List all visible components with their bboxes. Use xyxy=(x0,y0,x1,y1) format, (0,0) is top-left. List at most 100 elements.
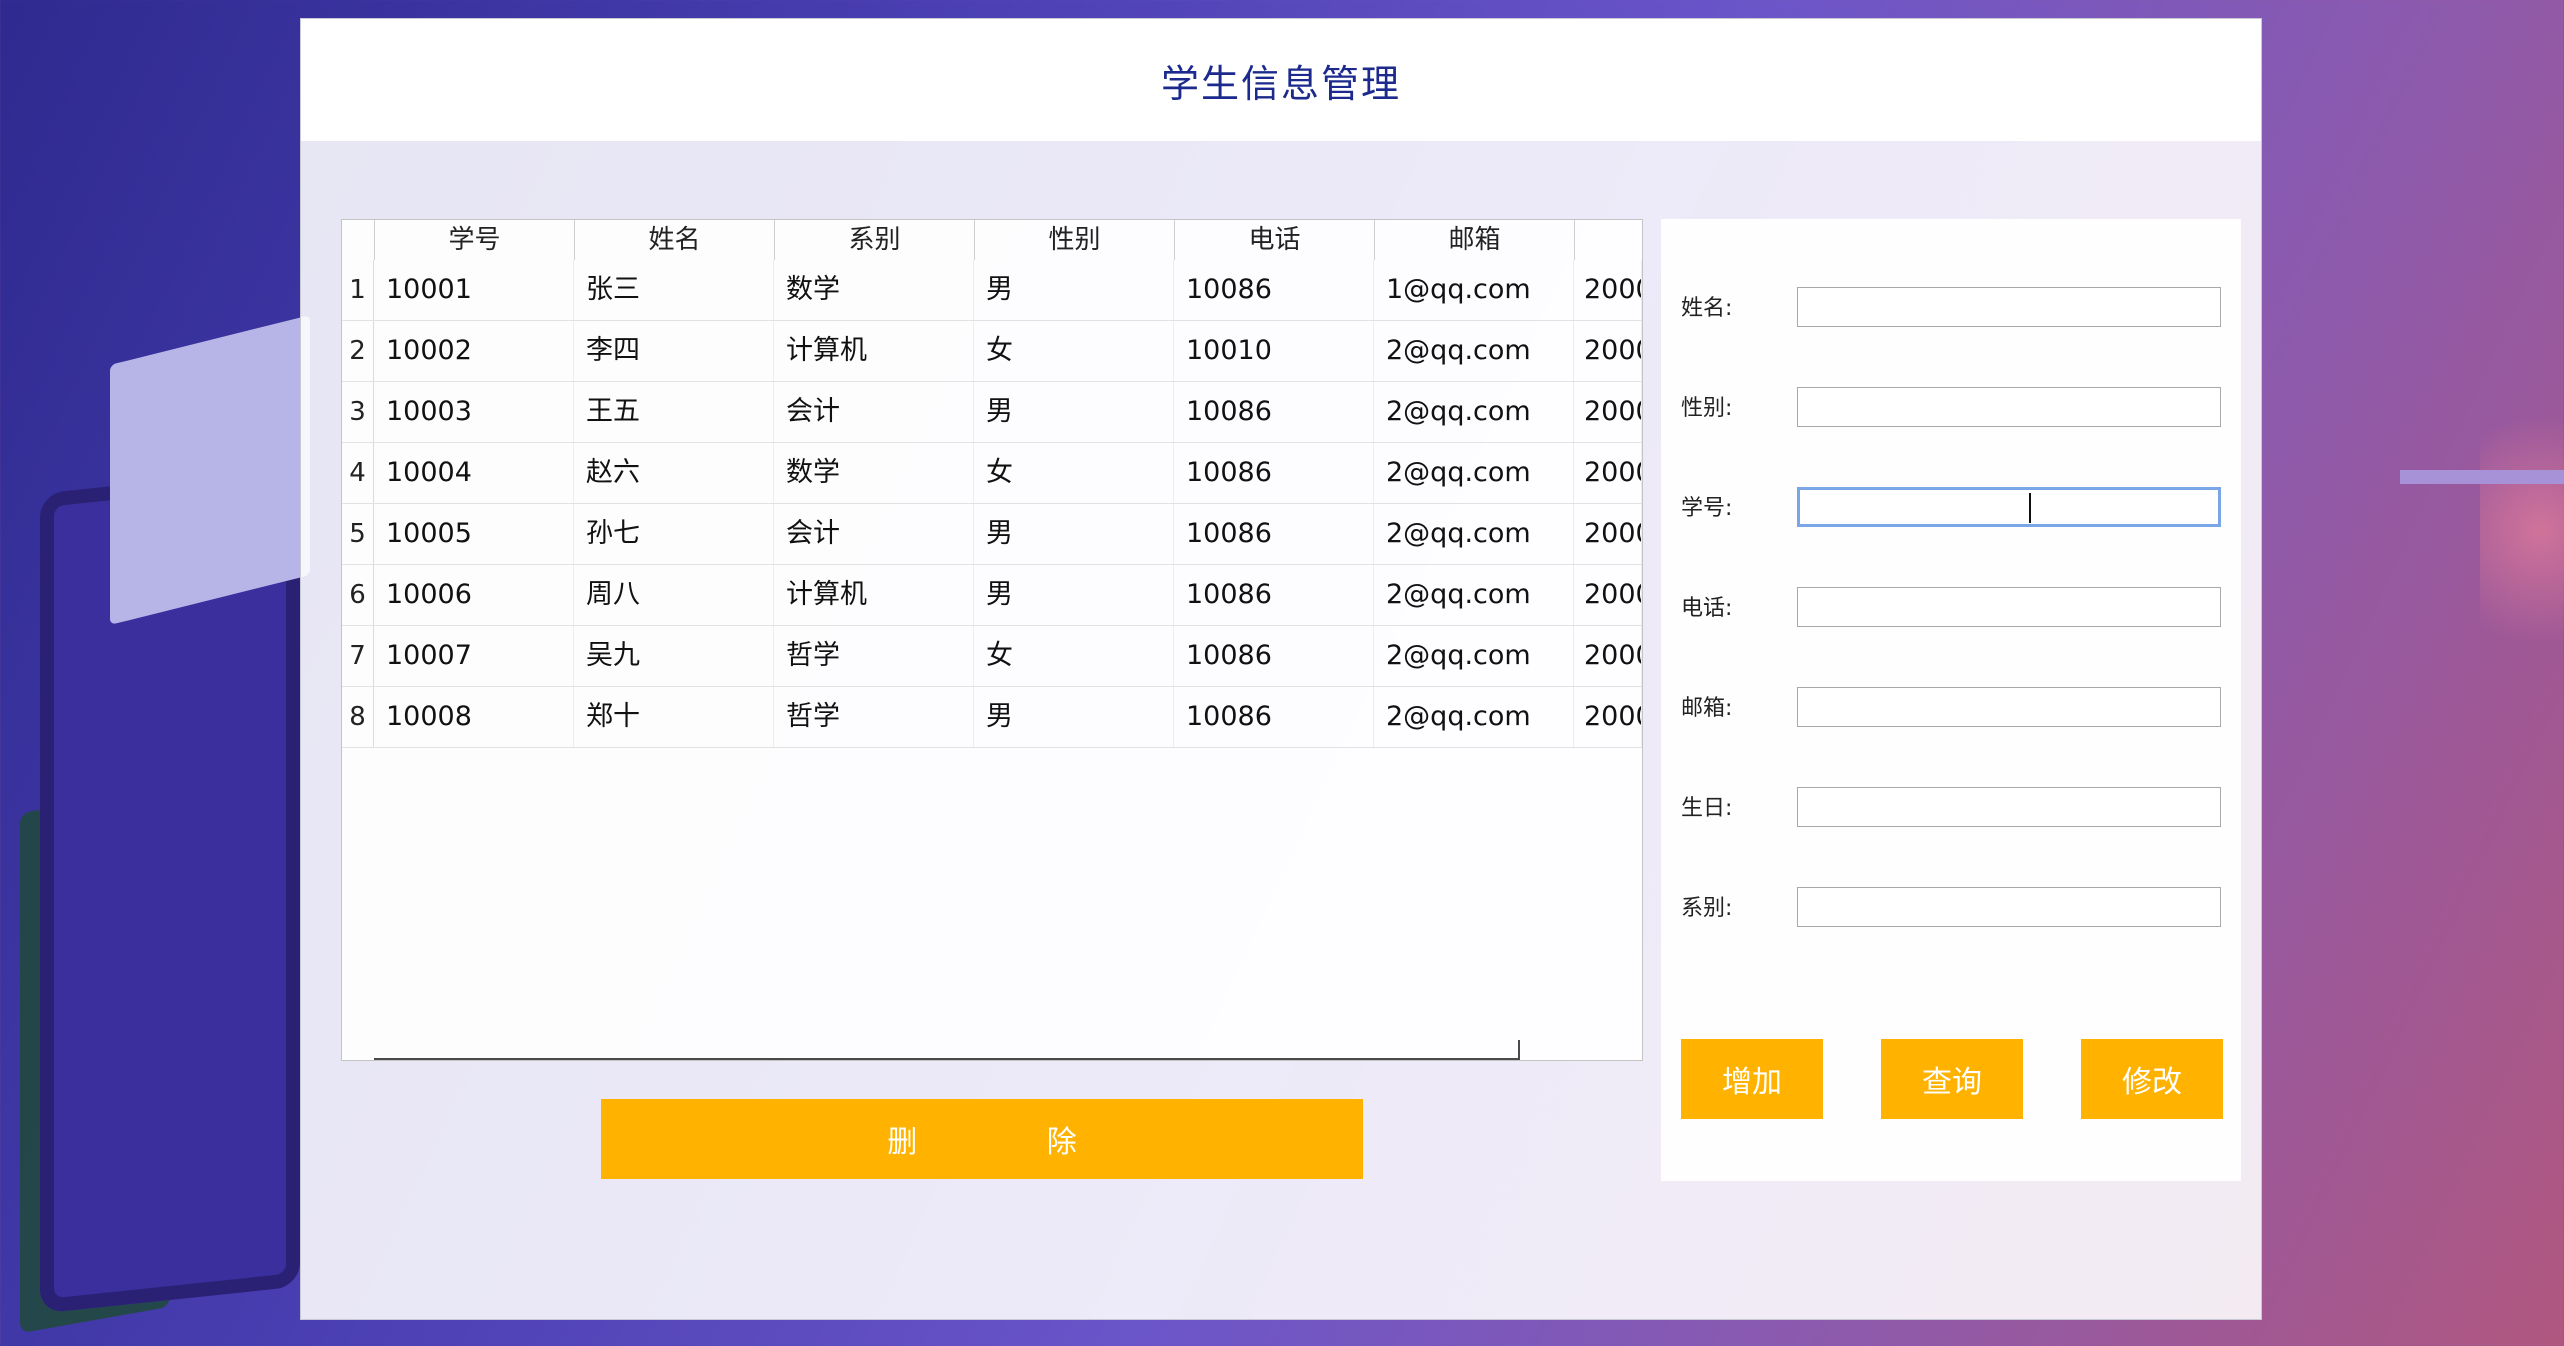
cell-birthday[interactable]: 2000 xyxy=(1574,260,1642,320)
student-table[interactable]: 学号 姓名 系别 性别 电话 邮箱 1 10001 张三 数学 男 10086 … xyxy=(341,219,1643,1061)
cell-name[interactable]: 郑十 xyxy=(574,687,774,747)
cell-phone[interactable]: 10010 xyxy=(1174,321,1374,381)
text-cursor xyxy=(2029,493,2031,523)
table-row[interactable]: 6 10006 周八 计算机 男 10086 2@qq.com 2000 xyxy=(342,565,1642,626)
edit-button[interactable]: 修改 xyxy=(2081,1039,2223,1119)
gender-input[interactable] xyxy=(1797,387,2221,427)
department-field: 系别: xyxy=(1681,887,2221,931)
cell-birthday[interactable]: 2000 xyxy=(1574,565,1642,625)
cell-email[interactable]: 2@qq.com xyxy=(1374,626,1574,686)
column-header-birthday[interactable] xyxy=(1574,220,1642,260)
table-row[interactable]: 4 10004 赵六 数学 女 10086 2@qq.com 2000 xyxy=(342,443,1642,504)
cell-phone[interactable]: 10086 xyxy=(1174,687,1374,747)
cell-dept[interactable]: 会计 xyxy=(774,382,974,442)
cell-dept[interactable]: 哲学 xyxy=(774,687,974,747)
cell-email[interactable]: 2@qq.com xyxy=(1374,565,1574,625)
cell-gender[interactable]: 男 xyxy=(974,504,1174,564)
cell-email[interactable]: 2@qq.com xyxy=(1374,687,1574,747)
cell-dept[interactable]: 哲学 xyxy=(774,626,974,686)
table-body: 1 10001 张三 数学 男 10086 1@qq.com 2000 2 10… xyxy=(342,260,1642,748)
cell-gender[interactable]: 男 xyxy=(974,687,1174,747)
cell-name[interactable]: 王五 xyxy=(574,382,774,442)
cell-phone[interactable]: 10086 xyxy=(1174,382,1374,442)
cell-gender[interactable]: 女 xyxy=(974,443,1174,503)
table-row[interactable]: 2 10002 李四 计算机 女 10010 2@qq.com 2000 xyxy=(342,321,1642,382)
cell-name[interactable]: 张三 xyxy=(574,260,774,320)
cell-gender[interactable]: 女 xyxy=(974,321,1174,381)
student-id-input[interactable] xyxy=(1797,487,2221,527)
cell-name[interactable]: 赵六 xyxy=(574,443,774,503)
cell-id[interactable]: 10008 xyxy=(374,687,574,747)
table-row[interactable]: 3 10003 王五 会计 男 10086 2@qq.com 2000 xyxy=(342,382,1642,443)
cell-id[interactable]: 10004 xyxy=(374,443,574,503)
cell-dept[interactable]: 计算机 xyxy=(774,321,974,381)
cell-phone[interactable]: 10086 xyxy=(1174,504,1374,564)
column-header-gender[interactable]: 性别 xyxy=(974,220,1174,260)
horizontal-scrollbar[interactable] xyxy=(374,1040,1520,1060)
cell-name[interactable]: 孙七 xyxy=(574,504,774,564)
name-field: 姓名: xyxy=(1681,287,2221,331)
query-button[interactable]: 查询 xyxy=(1881,1039,2023,1119)
cell-dept[interactable]: 计算机 xyxy=(774,565,974,625)
table-row[interactable]: 7 10007 吴九 哲学 女 10086 2@qq.com 2000 xyxy=(342,626,1642,687)
department-input[interactable] xyxy=(1797,887,2221,927)
gender-field: 性别: xyxy=(1681,387,2221,431)
cell-birthday[interactable]: 2000 xyxy=(1574,687,1642,747)
cell-id[interactable]: 10001 xyxy=(374,260,574,320)
cell-birthday[interactable]: 2000 xyxy=(1574,321,1642,381)
cell-dept[interactable]: 数学 xyxy=(774,260,974,320)
name-label: 姓名: xyxy=(1681,296,1733,321)
cell-id[interactable]: 10002 xyxy=(374,321,574,381)
row-number: 1 xyxy=(342,260,374,320)
column-header-dept[interactable]: 系别 xyxy=(774,220,974,260)
row-number: 7 xyxy=(342,626,374,686)
cell-phone[interactable]: 10086 xyxy=(1174,626,1374,686)
background-decoration xyxy=(2480,380,2564,680)
cell-name[interactable]: 吴九 xyxy=(574,626,774,686)
cell-id[interactable]: 10003 xyxy=(374,382,574,442)
cell-name[interactable]: 周八 xyxy=(574,565,774,625)
cell-id[interactable]: 10006 xyxy=(374,565,574,625)
student-id-label: 学号: xyxy=(1681,496,1733,521)
column-header-phone[interactable]: 电话 xyxy=(1174,220,1374,260)
table-row[interactable]: 1 10001 张三 数学 男 10086 1@qq.com 2000 xyxy=(342,260,1642,321)
student-id-field: 学号: xyxy=(1681,487,2221,531)
cell-email[interactable]: 1@qq.com xyxy=(1374,260,1574,320)
name-input[interactable] xyxy=(1797,287,2221,327)
delete-button[interactable]: 删 除 xyxy=(601,1099,1363,1179)
column-header-name[interactable]: 姓名 xyxy=(574,220,774,260)
cell-dept[interactable]: 数学 xyxy=(774,443,974,503)
birthday-input[interactable] xyxy=(1797,787,2221,827)
cell-id[interactable]: 10005 xyxy=(374,504,574,564)
email-input[interactable] xyxy=(1797,687,2221,727)
phone-input[interactable] xyxy=(1797,587,2221,627)
cell-gender[interactable]: 男 xyxy=(974,260,1174,320)
column-header-email[interactable]: 邮箱 xyxy=(1374,220,1574,260)
cell-birthday[interactable]: 2000 xyxy=(1574,504,1642,564)
birthday-field: 生日: xyxy=(1681,787,2221,831)
cell-email[interactable]: 2@qq.com xyxy=(1374,504,1574,564)
cell-birthday[interactable]: 2000 xyxy=(1574,382,1642,442)
table-row[interactable]: 5 10005 孙七 会计 男 10086 2@qq.com 2000 xyxy=(342,504,1642,565)
cell-phone[interactable]: 10086 xyxy=(1174,260,1374,320)
cell-email[interactable]: 2@qq.com xyxy=(1374,321,1574,381)
student-form: 姓名: 性别: 学号: 电话: 邮箱: 生日: 系别: 增加 查询 修改 xyxy=(1661,219,2241,1181)
cell-dept[interactable]: 会计 xyxy=(774,504,974,564)
cell-birthday[interactable]: 2000 xyxy=(1574,443,1642,503)
column-header-id[interactable]: 学号 xyxy=(374,220,574,260)
cell-birthday[interactable]: 2000 xyxy=(1574,626,1642,686)
cell-gender[interactable]: 男 xyxy=(974,382,1174,442)
cell-phone[interactable]: 10086 xyxy=(1174,565,1374,625)
table-row[interactable]: 8 10008 郑十 哲学 男 10086 2@qq.com 2000 xyxy=(342,687,1642,748)
cell-id[interactable]: 10007 xyxy=(374,626,574,686)
table-corner xyxy=(342,220,374,260)
page-title: 学生信息管理 xyxy=(1160,61,1401,106)
cell-email[interactable]: 2@qq.com xyxy=(1374,443,1574,503)
cell-gender[interactable]: 男 xyxy=(974,565,1174,625)
cell-name[interactable]: 李四 xyxy=(574,321,774,381)
add-button[interactable]: 增加 xyxy=(1681,1039,1823,1119)
cell-email[interactable]: 2@qq.com xyxy=(1374,382,1574,442)
gender-label: 性别: xyxy=(1681,396,1733,421)
cell-phone[interactable]: 10086 xyxy=(1174,443,1374,503)
cell-gender[interactable]: 女 xyxy=(974,626,1174,686)
